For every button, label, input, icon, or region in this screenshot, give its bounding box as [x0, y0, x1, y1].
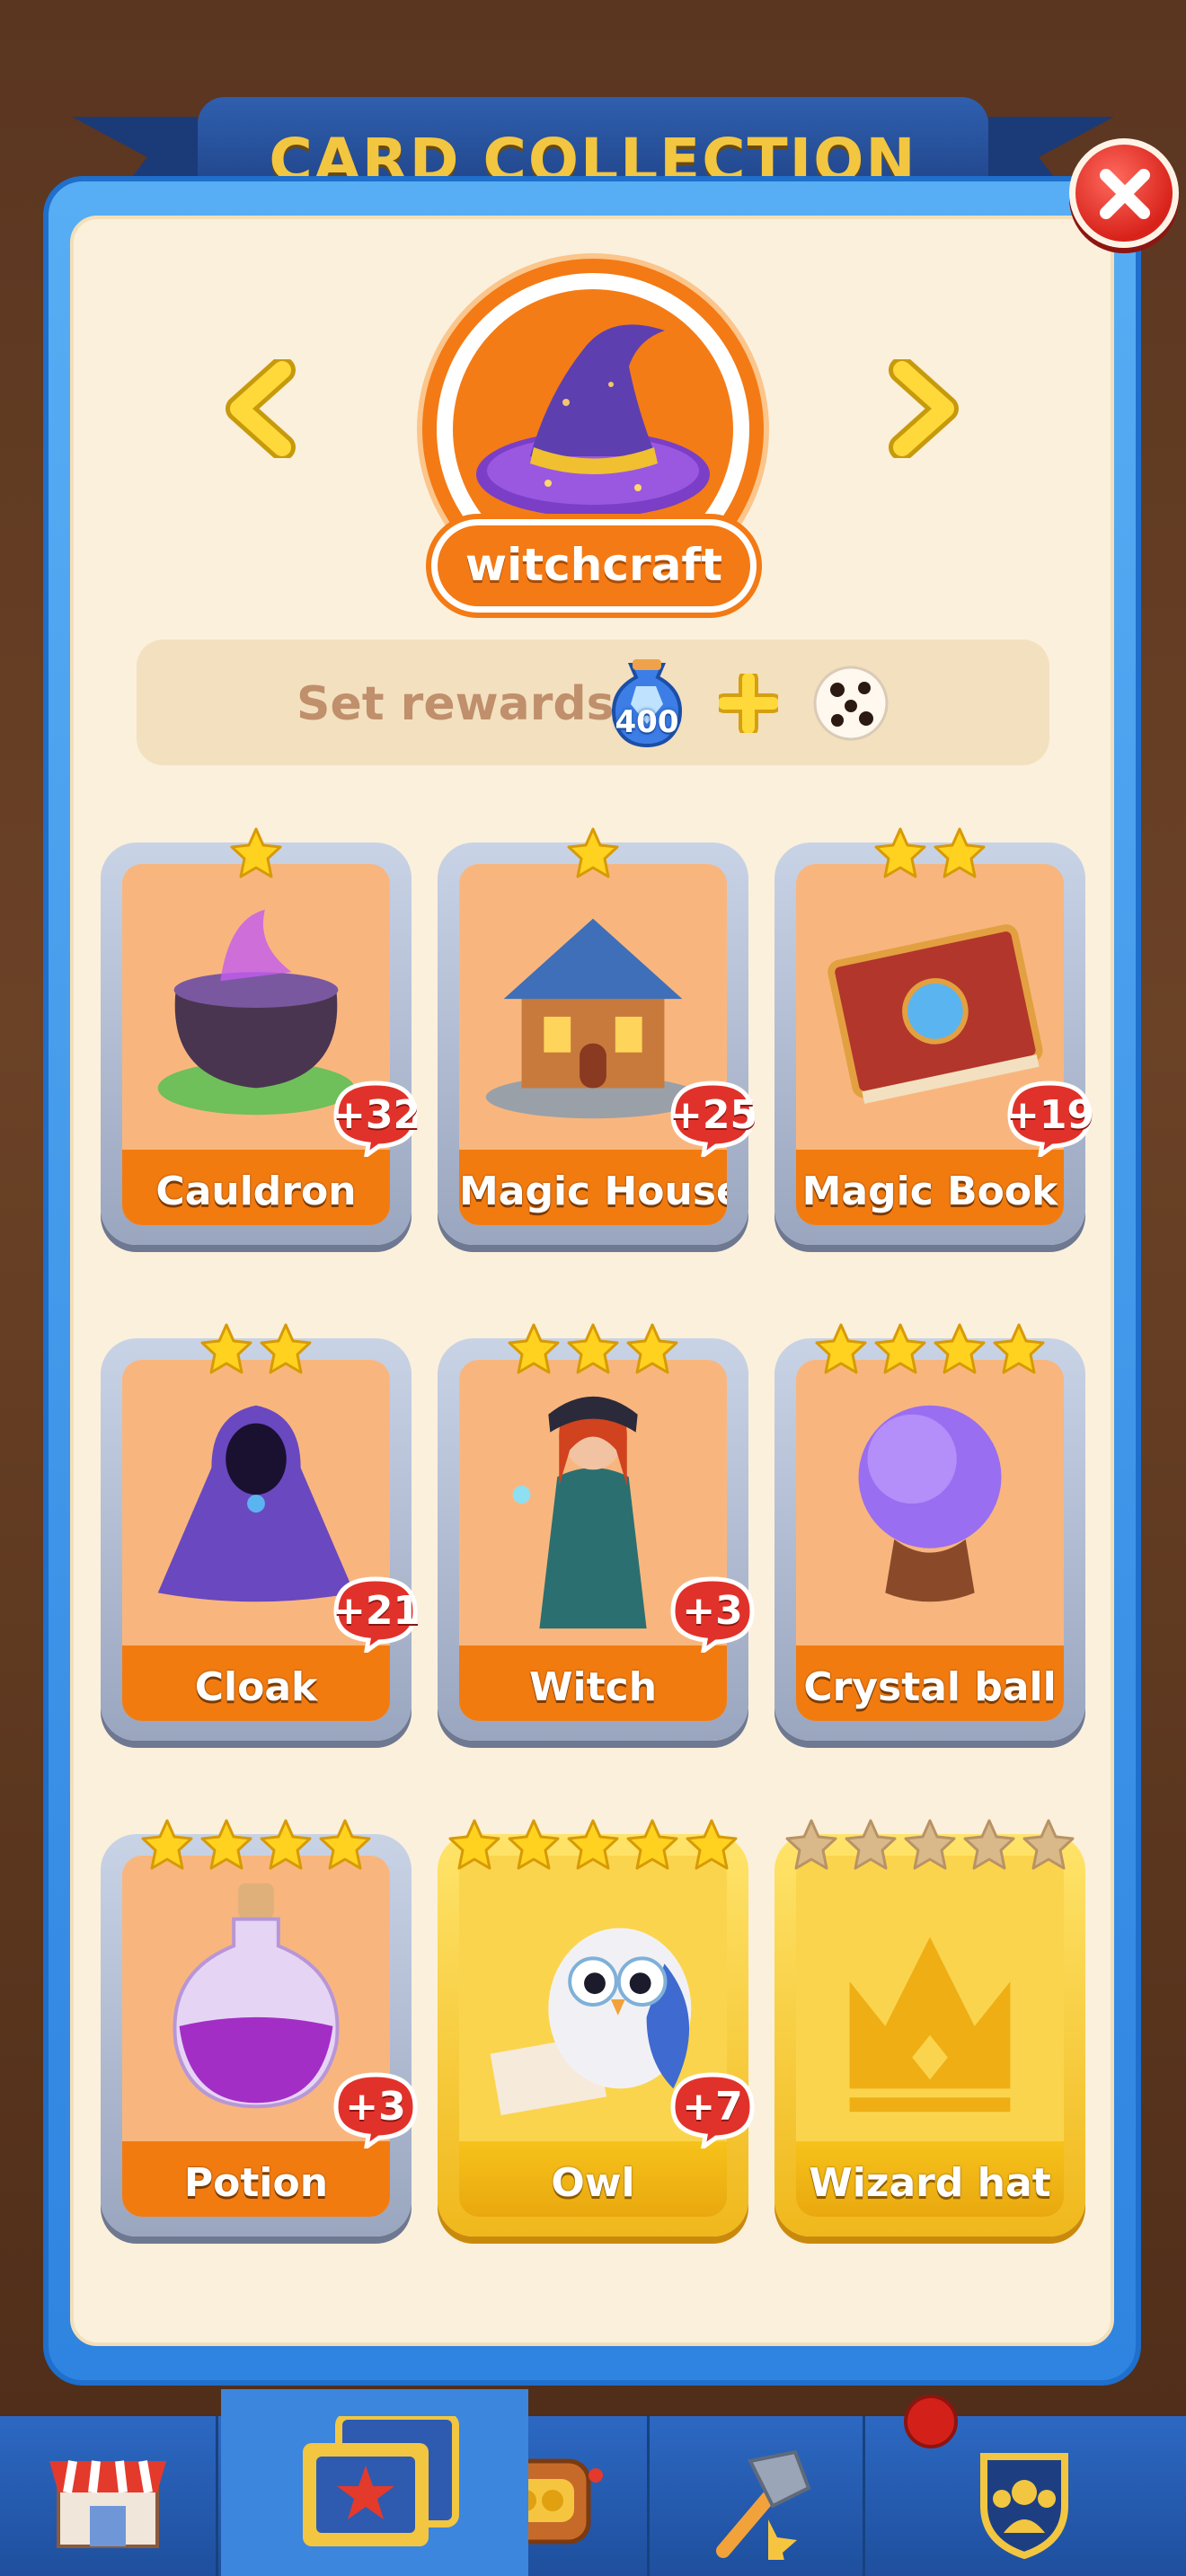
- star-icon: [508, 1323, 560, 1374]
- card-stars: [774, 1322, 1085, 1376]
- duplicate-count-badge: +32: [332, 1080, 420, 1160]
- card-face: Cauldron: [122, 864, 390, 1225]
- card-face: Potion: [122, 1856, 390, 2217]
- duplicate-count-badge: +7: [669, 2071, 756, 2152]
- hammer-icon: [716, 2449, 811, 2560]
- card-stars: [101, 826, 412, 880]
- card-face: Crystal ball: [796, 1360, 1064, 1721]
- card-name: Cauldron: [155, 1169, 357, 1214]
- duplicate-count-badge: +3: [669, 1575, 756, 1656]
- card-cloak[interactable]: Cloak +21: [101, 1322, 420, 1741]
- card-cauldron[interactable]: Cauldron +32: [101, 826, 420, 1245]
- card-stars: [101, 1818, 412, 1872]
- reward-gem-amount: 400: [615, 704, 679, 740]
- card-potion[interactable]: Potion +3: [101, 1818, 418, 2236]
- close-button[interactable]: [1069, 138, 1179, 248]
- star-icon: [200, 1323, 252, 1374]
- star-icon: [626, 1819, 678, 1870]
- star-icon: [319, 1819, 371, 1870]
- star-icon: [567, 1819, 619, 1870]
- card-album-icon: [303, 2416, 459, 2546]
- close-icon: [1100, 169, 1150, 219]
- card-face: Magic Book: [796, 864, 1064, 1225]
- card-stars: [438, 826, 748, 880]
- card-stars: [438, 1818, 748, 1872]
- nav-tab-build[interactable]: [647, 2416, 865, 2576]
- card-magic-book[interactable]: Magic Book +19: [774, 826, 1094, 1245]
- star-icon: [785, 1819, 837, 1870]
- nav-tab-shop[interactable]: [0, 2416, 218, 2576]
- card-crystal-ball[interactable]: Crystal ball: [774, 1322, 1085, 1741]
- card-owl[interactable]: Owl +7: [438, 1818, 755, 2236]
- nav-tab-cards-active[interactable]: [221, 2389, 528, 2576]
- card-name: Owl: [551, 2160, 635, 2206]
- dice-icon: [813, 666, 889, 741]
- card-face: Cloak: [122, 1360, 390, 1721]
- star-icon: [1022, 1819, 1075, 1870]
- witch-hat-icon: [476, 324, 710, 517]
- star-icon: [626, 1323, 678, 1374]
- card-magic-house[interactable]: Magic House +25: [438, 826, 757, 1245]
- star-icon: [934, 1323, 986, 1374]
- card-name: Wizard hat: [809, 2160, 1051, 2206]
- card-name: Magic Book: [801, 1169, 1058, 1214]
- card-stars: [101, 1322, 412, 1376]
- star-icon: [260, 1323, 312, 1374]
- crown-placeholder: [849, 1936, 1011, 2113]
- star-icon: [874, 1323, 926, 1374]
- star-icon: [963, 1819, 1015, 1870]
- duplicate-count-badge: +25: [669, 1080, 757, 1160]
- notification-badge: [904, 2395, 958, 2448]
- card-wizard-hat[interactable]: Wizard hat: [774, 1818, 1085, 2236]
- set-rewards-bar: Set rewards 400: [137, 640, 1049, 765]
- star-icon: [815, 1323, 867, 1374]
- rewards-label: Set rewards: [296, 677, 615, 731]
- star-icon: [200, 1819, 252, 1870]
- card-name: Crystal ball: [803, 1664, 1057, 1710]
- star-icon: [934, 827, 986, 878]
- previous-set-arrow-icon[interactable]: [223, 359, 300, 458]
- card-witch[interactable]: Witch +3: [438, 1322, 755, 1741]
- next-set-arrow-icon[interactable]: [884, 359, 961, 458]
- duplicate-count-badge: +19: [1006, 1080, 1094, 1160]
- team-shield-icon: [980, 2453, 1068, 2560]
- star-icon: [904, 1819, 956, 1870]
- star-icon: [567, 1323, 619, 1374]
- star-icon: [508, 1819, 560, 1870]
- star-icon: [230, 827, 282, 878]
- star-icon: [993, 1323, 1045, 1374]
- shop-icon: [49, 2460, 166, 2548]
- card-face: Wizard hat: [796, 1856, 1064, 2217]
- card-stars: [438, 1322, 748, 1376]
- card-face: Magic House: [459, 864, 727, 1225]
- card-face: Witch: [459, 1360, 727, 1721]
- crystal-ball-art: [858, 1405, 1002, 1602]
- star-icon: [260, 1819, 312, 1870]
- star-icon: [141, 1819, 193, 1870]
- card-stars: [774, 1818, 1085, 1872]
- star-icon: [448, 1819, 500, 1870]
- card-face: Owl: [459, 1856, 727, 2217]
- duplicate-count-badge: +3: [332, 2071, 419, 2152]
- set-name: witchcraft: [431, 519, 757, 613]
- card-name: Potion: [183, 2160, 329, 2206]
- card-name: Witch: [528, 1664, 658, 1710]
- duplicate-count-badge: +21: [332, 1575, 420, 1656]
- star-icon: [686, 1819, 738, 1870]
- bottom-nav: [0, 2416, 1186, 2576]
- star-icon: [874, 827, 926, 878]
- card-name: Cloak: [194, 1664, 318, 1710]
- plus-icon: [719, 674, 778, 733]
- star-icon: [567, 827, 619, 878]
- card-stars: [774, 826, 1085, 880]
- card-name: Magic House: [459, 1169, 727, 1214]
- star-icon: [845, 1819, 897, 1870]
